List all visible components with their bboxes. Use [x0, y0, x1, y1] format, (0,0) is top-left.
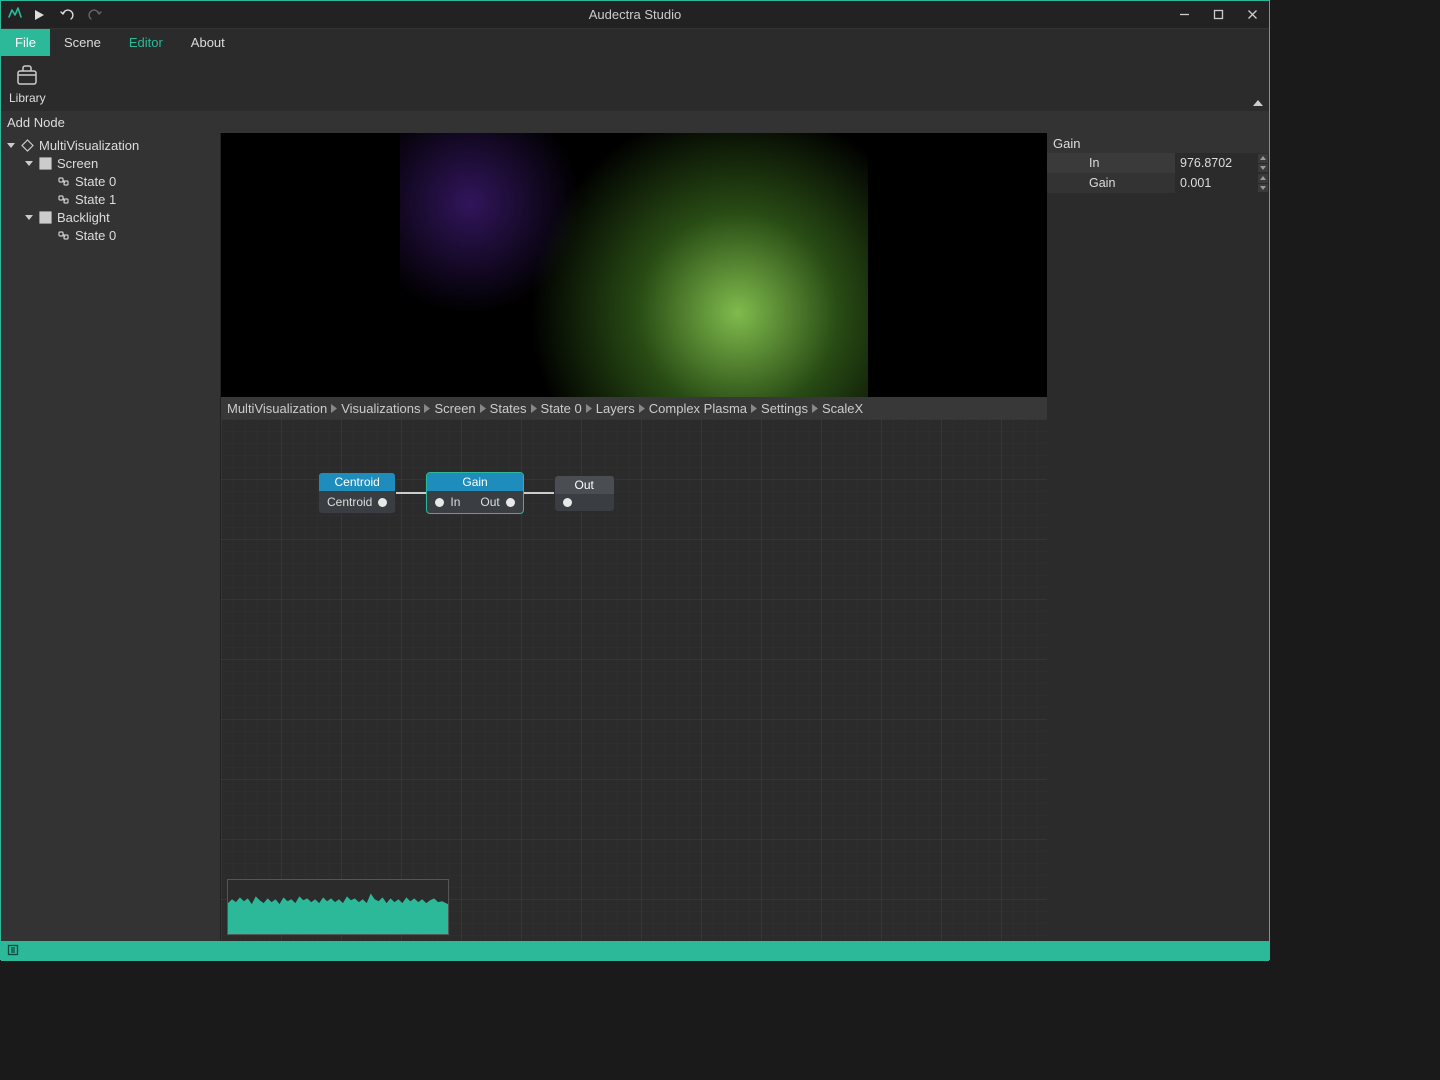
- status-bar: [1, 941, 1269, 961]
- state-icon: [55, 175, 71, 188]
- crumb-item[interactable]: Complex Plasma: [649, 401, 747, 416]
- preview-canvas: [400, 133, 868, 397]
- menu-scene[interactable]: Scene: [50, 29, 115, 56]
- crumb-item[interactable]: Screen: [434, 401, 475, 416]
- redo-button[interactable]: [83, 4, 107, 26]
- prop-value-in[interactable]: 976.8702: [1175, 153, 1269, 173]
- node-out[interactable]: Out: [554, 475, 615, 512]
- crumb-item[interactable]: MultiVisualization: [227, 401, 327, 416]
- section-add-node: Add Node: [1, 111, 1269, 133]
- maximize-button[interactable]: [1201, 1, 1235, 29]
- waveform-panel: [227, 879, 449, 935]
- menu-bar: File Scene Editor About: [1, 29, 1269, 56]
- close-button[interactable]: [1235, 1, 1269, 29]
- properties-header: Gain: [1047, 133, 1269, 153]
- node-title: Out: [555, 476, 614, 494]
- preview-viewport: [221, 133, 1047, 397]
- node-graph[interactable]: Centroid Centroid Gain In Out: [221, 419, 1047, 941]
- crumb-item[interactable]: State 0: [541, 401, 582, 416]
- prop-label: Gain: [1047, 173, 1175, 193]
- library-label: Library: [9, 91, 46, 105]
- crumb-item[interactable]: Layers: [596, 401, 635, 416]
- play-button[interactable]: [27, 4, 51, 26]
- node-title: Gain: [427, 473, 522, 491]
- caret-down-icon[interactable]: [5, 141, 17, 149]
- tree-backlight[interactable]: Backlight: [1, 208, 220, 226]
- grid-icon: [37, 211, 53, 224]
- caret-down-icon[interactable]: [23, 213, 35, 221]
- menu-file[interactable]: File: [1, 29, 50, 56]
- grid-icon: [37, 157, 53, 170]
- breadcrumb: MultiVisualization Visualizations Screen…: [221, 397, 1047, 419]
- crumb-item[interactable]: Settings: [761, 401, 808, 416]
- state-icon: [55, 193, 71, 206]
- node-centroid[interactable]: Centroid Centroid: [318, 472, 396, 514]
- prop-label: In: [1047, 153, 1175, 173]
- prop-row-gain: Gain 0.001: [1047, 173, 1269, 193]
- port-in[interactable]: [563, 498, 572, 507]
- ribbon-expand-icon[interactable]: [1253, 94, 1263, 109]
- properties-panel: Gain In 976.8702 Gain 0.001: [1047, 133, 1269, 941]
- prop-row-in: In 976.8702: [1047, 153, 1269, 173]
- ribbon: Library: [1, 56, 1269, 111]
- tree-multivisualization[interactable]: MultiVisualization: [1, 136, 220, 154]
- minimize-button[interactable]: [1167, 1, 1201, 29]
- tree-screen[interactable]: Screen: [1, 154, 220, 172]
- caret-down-icon[interactable]: [23, 159, 35, 167]
- title-bar: Audectra Studio: [1, 1, 1269, 29]
- spinner[interactable]: [1258, 154, 1268, 173]
- menu-editor[interactable]: Editor: [115, 29, 177, 56]
- crumb-item[interactable]: States: [490, 401, 527, 416]
- status-icon[interactable]: [7, 944, 19, 959]
- undo-button[interactable]: [55, 4, 79, 26]
- window-title: Audectra Studio: [589, 7, 682, 22]
- crumb-item[interactable]: ScaleX: [822, 401, 863, 416]
- diamond-icon: [19, 139, 35, 152]
- state-icon: [55, 229, 71, 242]
- prop-value-gain[interactable]: 0.001: [1175, 173, 1269, 193]
- tree-backlight-state0[interactable]: State 0: [1, 226, 220, 244]
- tree-screen-state1[interactable]: State 1: [1, 190, 220, 208]
- spinner[interactable]: [1258, 174, 1268, 193]
- node-wire: [396, 492, 426, 494]
- crumb-item[interactable]: Visualizations: [341, 401, 420, 416]
- app-logo-icon: [7, 5, 23, 24]
- tree-screen-state0[interactable]: State 0: [1, 172, 220, 190]
- library-button[interactable]: Library: [9, 63, 46, 105]
- port-in[interactable]: [435, 498, 444, 507]
- node-gain[interactable]: Gain In Out: [426, 472, 523, 514]
- port-out[interactable]: [378, 498, 387, 507]
- port-out[interactable]: [506, 498, 515, 507]
- menu-about[interactable]: About: [177, 29, 239, 56]
- node-title: Centroid: [319, 473, 395, 491]
- scene-tree: MultiVisualization Screen State 0 State …: [1, 133, 221, 941]
- node-wire: [524, 492, 554, 494]
